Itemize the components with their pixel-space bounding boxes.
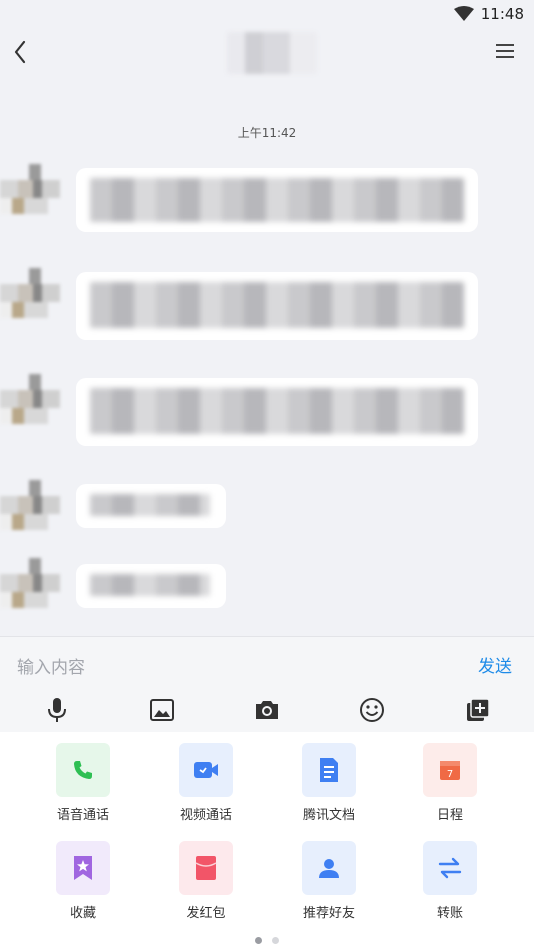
message-timestamp: 上午11:42 [237,126,297,140]
panel-item-label: 收藏 [69,906,96,921]
status-bar: 11:48 [0,0,534,28]
message-input-bar: 输入内容 发送 [0,636,534,688]
add-icon[interactable] [464,696,492,724]
panel-item-voice-call[interactable]: 语音通话 [33,743,133,823]
avatar[interactable] [0,268,60,318]
wifi-icon [454,6,474,21]
input-toolbar [0,688,534,732]
panel-item-label: 发红包 [186,906,226,921]
page-dot[interactable] [272,937,279,944]
image-icon[interactable] [148,696,176,724]
message-bubble-redacted[interactable] [76,378,478,446]
status-time: 11:48 [480,5,524,23]
page-indicator [0,929,534,948]
emoji-icon[interactable] [358,696,386,724]
phone-icon [74,761,92,779]
svg-text:7: 7 [447,769,453,780]
user-icon [319,859,339,878]
page-dot-active[interactable] [255,937,262,944]
panel-item-label: 语音通话 [56,808,109,823]
panel-item-recommend-friend[interactable]: 推荐好友 [279,841,379,921]
chat-header [0,28,534,76]
transfer-icon [438,857,462,879]
message-input[interactable]: 输入内容 [17,653,85,678]
contact-name-redacted [227,32,317,74]
function-panel: 语音通话 视频通话 腾讯文档 7 日程 收藏 发红包 推荐好友 转账 [0,732,534,949]
panel-item-label: 腾讯文档 [302,808,355,823]
red-envelope-icon [195,856,217,880]
panel-item-tencent-docs[interactable]: 腾讯文档 [279,743,379,823]
send-button[interactable]: 发送 [478,652,512,677]
camera-icon[interactable] [253,696,281,724]
menu-icon[interactable] [494,40,516,62]
avatar[interactable] [0,558,60,608]
panel-item-label: 转账 [436,906,463,921]
calendar-icon: 7 [440,761,460,780]
message-bubble-redacted[interactable] [76,272,478,340]
panel-item-favorites[interactable]: 收藏 [33,841,133,921]
document-icon [320,758,338,782]
back-arrow-icon[interactable] [10,38,38,66]
panel-item-red-envelope[interactable]: 发红包 [156,841,256,921]
avatar[interactable] [0,374,60,424]
message-text-redacted [90,574,210,596]
message-bubble-redacted[interactable] [76,484,226,528]
avatar[interactable] [0,164,60,214]
bookmark-star-icon [74,856,92,880]
panel-item-schedule[interactable]: 7 日程 [400,743,500,823]
panel-item-video-call[interactable]: 视频通话 [156,743,256,823]
message-text-redacted [90,282,464,328]
message-text-redacted [90,178,464,222]
panel-item-label: 日程 [436,808,463,823]
microphone-icon[interactable] [43,696,71,724]
message-bubble-redacted[interactable] [76,564,226,608]
message-text-redacted [90,494,210,516]
message-text-redacted [90,388,464,434]
panel-item-label: 推荐好友 [302,906,355,921]
panel-item-label: 视频通话 [179,808,232,823]
message-bubble-redacted[interactable] [76,168,478,232]
avatar[interactable] [0,480,60,530]
panel-item-transfer[interactable]: 转账 [400,841,500,921]
video-icon [194,762,218,778]
